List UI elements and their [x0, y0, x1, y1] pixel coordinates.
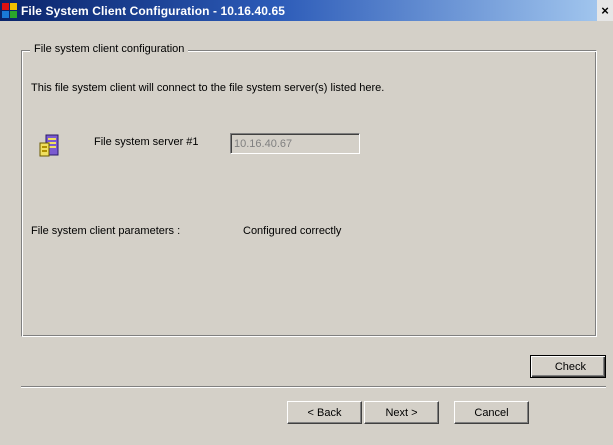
back-button[interactable]: < Back: [287, 401, 362, 424]
cancel-button[interactable]: Cancel: [454, 401, 529, 424]
client-params-status: Configured correctly: [243, 225, 342, 237]
groupbox-legend: File system client configuration: [30, 43, 189, 55]
server-icon: [39, 134, 59, 157]
window-title: File System Client Configuration - 10.16…: [21, 3, 286, 18]
check-button[interactable]: Check: [530, 355, 606, 378]
next-button[interactable]: Next >: [364, 401, 439, 424]
button-separator: [21, 386, 606, 388]
client-params-label: File system client parameters :: [31, 225, 181, 237]
description-text: This file system client will connect to …: [31, 82, 385, 94]
close-icon[interactable]: ×: [597, 0, 613, 21]
dialog-window: File System Client Configuration - 10.16…: [0, 0, 613, 445]
server-1-field[interactable]: [230, 133, 360, 154]
title-bar[interactable]: File System Client Configuration - 10.16…: [0, 0, 613, 21]
server-1-label: File system server #1: [94, 136, 199, 148]
app-icon: [2, 2, 18, 19]
